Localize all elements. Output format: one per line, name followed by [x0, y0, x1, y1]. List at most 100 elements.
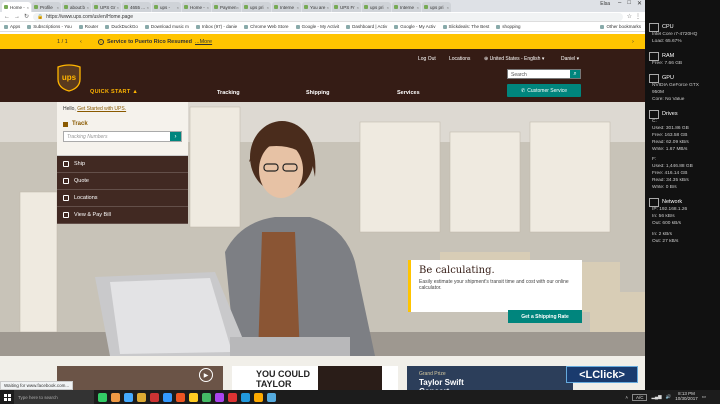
close-icon[interactable]: ✕	[637, 0, 642, 7]
browser-tab[interactable]: UPS Gr ×	[92, 2, 121, 12]
back-icon[interactable]: ←	[4, 14, 10, 20]
taskbar-app-icon[interactable]	[137, 392, 146, 402]
reload-icon[interactable]: ↻	[24, 13, 29, 20]
taskbar-app-icon[interactable]	[111, 392, 120, 402]
tab-close-icon[interactable]: ×	[177, 5, 179, 10]
forward-icon[interactable]: →	[14, 14, 20, 20]
bookmark-item[interactable]: Google - My Activ	[394, 24, 435, 29]
menu-item-view-pay-bill[interactable]: View & Pay Bill	[57, 207, 188, 224]
windows-start-icon[interactable]	[0, 390, 14, 404]
language-selector[interactable]: ⊕ United States - English ▾	[484, 56, 544, 62]
bookmark-item[interactable]: Download music m	[145, 24, 189, 29]
tab-close-icon[interactable]: ×	[447, 5, 449, 10]
taskbar-app-icon[interactable]	[202, 392, 211, 402]
concert-card[interactable]: YOU COULD TAYLOR CONCERT	[232, 366, 398, 390]
search-icon[interactable]: ⌕	[570, 70, 580, 78]
bookmark-item[interactable]: DuckDuckGo	[105, 24, 138, 29]
nav-tracking[interactable]: Tracking	[217, 90, 240, 96]
logout-link[interactable]: Log Out	[418, 56, 436, 62]
grand-prize-card[interactable]: Grand Prize Taylor Swift Concert	[407, 366, 573, 390]
tab-close-icon[interactable]: ×	[297, 5, 299, 10]
menu-item-quote[interactable]: Quote	[57, 173, 188, 190]
play-icon[interactable]: ▶	[199, 368, 213, 382]
quick-start-toggle[interactable]: QUICK START ▲	[90, 89, 138, 95]
taskbar-app-icon[interactable]	[228, 392, 237, 402]
star-icon[interactable]: ☆	[627, 13, 632, 20]
tab-close-icon[interactable]: ×	[387, 5, 389, 10]
omnibox[interactable]: 🔒 https://www.ups.com/us/en/Home.page	[33, 12, 623, 21]
browser-tab[interactable]: Paymen ×	[212, 2, 241, 12]
nav-shipping[interactable]: Shipping	[306, 90, 330, 96]
taskbar-app-icon[interactable]	[98, 392, 107, 402]
tab-close-icon[interactable]: ×	[57, 5, 59, 10]
ups-logo[interactable]: ups	[57, 64, 81, 92]
network-icon[interactable]: ▂▄▆	[651, 394, 661, 400]
bookmark-item[interactable]: Slickdeals: The Best	[443, 24, 490, 29]
browser-tab[interactable]: about:b ×	[62, 2, 91, 12]
tab-close-icon[interactable]: ×	[237, 5, 239, 10]
browser-tab[interactable]: Home - ×	[2, 2, 31, 12]
other-bookmarks[interactable]: Other bookmarks	[600, 24, 641, 29]
browser-tab[interactable]: ups pri ×	[422, 2, 451, 12]
alert-prev-icon[interactable]: ‹	[80, 39, 82, 45]
get-started-link[interactable]: Get Started with UPS.	[77, 106, 126, 112]
tab-close-icon[interactable]: ×	[117, 5, 119, 10]
tab-close-icon[interactable]: ×	[147, 5, 149, 10]
browser-tab[interactable]: 4655 ... ×	[122, 2, 151, 12]
taskbar-app-icon[interactable]	[163, 392, 172, 402]
notification-icon[interactable]: ▭	[702, 394, 706, 400]
user-menu[interactable]: Daniel ▾	[561, 56, 579, 62]
tab-close-icon[interactable]: ×	[357, 5, 359, 10]
bookmark-item[interactable]: Inbox (97) - danie	[196, 24, 237, 29]
bookmark-item[interactable]: Dashboard | Activ	[346, 24, 387, 29]
taskbar-app-icon[interactable]	[267, 392, 276, 402]
menu-icon[interactable]: ⋮	[635, 13, 641, 20]
browser-tab[interactable]: Home - ×	[182, 2, 211, 12]
alert-next-icon[interactable]: ›	[632, 39, 634, 45]
nav-services[interactable]: Services	[397, 90, 420, 96]
taskbar-app-icon[interactable]	[150, 392, 159, 402]
track-submit-button[interactable]: ›	[170, 132, 181, 141]
search-input[interactable]: Search	[508, 70, 570, 78]
browser-tab[interactable]: Interne ×	[272, 2, 301, 12]
alert-more-link[interactable]: ...More	[195, 39, 212, 45]
browser-tab[interactable]: ups pri ×	[362, 2, 391, 12]
taskbar-app-icon[interactable]	[189, 392, 198, 402]
chevron-up-icon[interactable]: ˄	[625, 395, 628, 400]
tab-close-icon[interactable]: ×	[27, 5, 29, 10]
taskbar-search[interactable]: Type here to search	[14, 390, 94, 404]
taskbar-app-icon[interactable]	[241, 392, 250, 402]
browser-tab[interactable]: UPS Fr ×	[332, 2, 361, 12]
menu-item-ship[interactable]: Ship	[57, 156, 188, 173]
tab-close-icon[interactable]: ×	[267, 5, 269, 10]
video-card[interactable]: ▶	[57, 366, 223, 390]
customer-service-button[interactable]: ✆ Customer Service	[507, 84, 581, 97]
locations-link[interactable]: Locations	[449, 56, 470, 62]
tab-close-icon[interactable]: ×	[327, 5, 329, 10]
tab-close-icon[interactable]: ×	[417, 5, 419, 10]
browser-tab[interactable]: ups - ×	[152, 2, 181, 12]
bookmark-item[interactable]: Router	[79, 24, 99, 29]
bookmark-item[interactable]: shopping	[496, 24, 520, 29]
taskbar-app-icon[interactable]	[215, 392, 224, 402]
volume-icon[interactable]: 🔊	[666, 394, 672, 400]
site-search[interactable]: Search ⌕	[507, 69, 581, 79]
tab-close-icon[interactable]: ×	[207, 5, 209, 10]
bookmark-item[interactable]: Google - My Activit	[296, 24, 340, 29]
browser-tab[interactable]: Interne ×	[392, 2, 421, 12]
keyboard-indicator[interactable]: A/C	[631, 393, 648, 401]
menu-item-locations[interactable]: Locations	[57, 190, 188, 207]
browser-tab[interactable]: You are ×	[302, 2, 331, 12]
browser-tab[interactable]: ups pri ×	[242, 2, 271, 12]
taskbar-app-icon[interactable]	[124, 392, 133, 402]
bookmark-item[interactable]: Subscriptions - You	[27, 24, 72, 29]
browser-tab[interactable]: Profile ×	[32, 2, 61, 12]
bookmark-item[interactable]: Apps	[4, 24, 20, 29]
clock[interactable]: 8:13 PM 10/30/2017	[675, 391, 698, 402]
minimize-icon[interactable]: –	[618, 0, 621, 7]
bookmark-item[interactable]: Chrome Web Store	[244, 24, 288, 29]
taskbar-app-icon[interactable]	[254, 392, 263, 402]
track-header[interactable]: Track	[63, 121, 182, 127]
tab-close-icon[interactable]: ×	[87, 5, 89, 10]
tracking-number-input[interactable]: Tracking Numbers	[64, 132, 170, 141]
